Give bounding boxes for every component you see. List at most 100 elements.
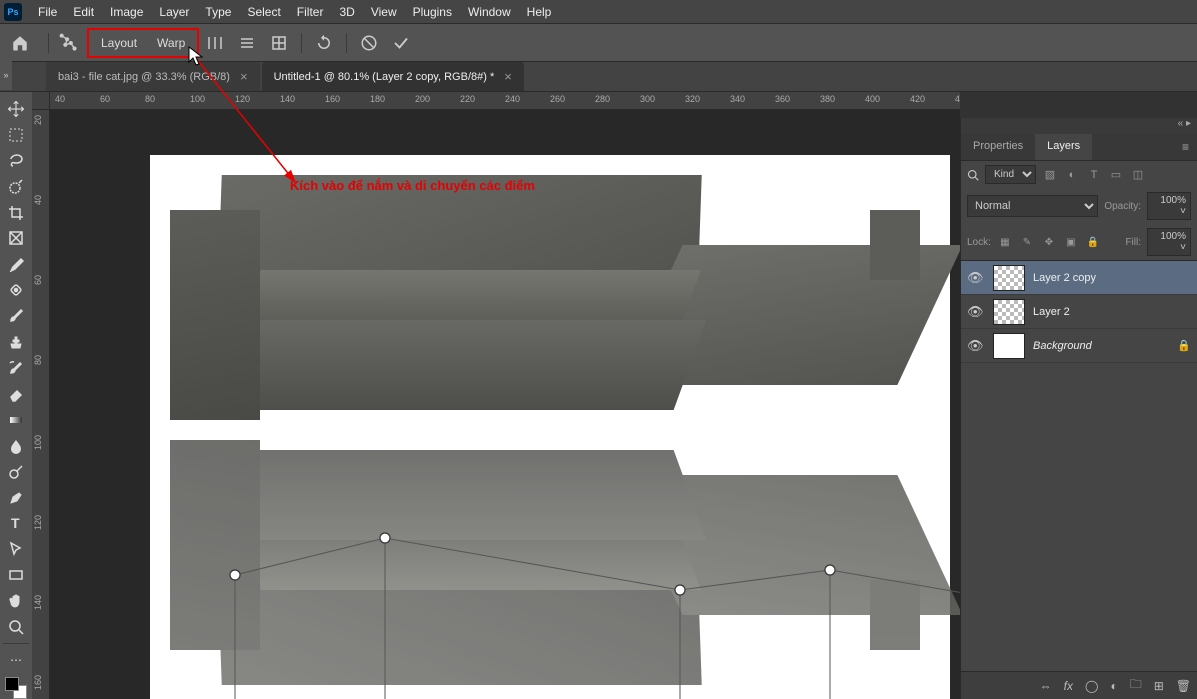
puppet-warp-tool-icon: [55, 29, 83, 57]
menu-type[interactable]: Type: [197, 5, 239, 19]
visibility-icon[interactable]: 👁: [967, 304, 985, 320]
menu-file[interactable]: File: [30, 5, 65, 19]
layer-row[interactable]: 👁 Layer 2 copy: [961, 261, 1197, 295]
layer-row[interactable]: 👁 Background 🔒: [961, 329, 1197, 363]
clone-stamp-tool[interactable]: [2, 329, 30, 355]
dodge-tool[interactable]: [2, 459, 30, 485]
filter-smart-icon[interactable]: ◫: [1130, 167, 1146, 183]
quick-selection-tool[interactable]: [2, 174, 30, 200]
expand-panels-icon[interactable]: »: [0, 60, 12, 90]
menu-image[interactable]: Image: [102, 5, 151, 19]
reset-button[interactable]: [310, 29, 338, 57]
blur-tool[interactable]: [2, 433, 30, 459]
lock-image-icon[interactable]: ✎: [1019, 234, 1035, 250]
cancel-button[interactable]: [355, 29, 383, 57]
artboard: [150, 155, 950, 699]
visibility-icon[interactable]: 👁: [967, 270, 985, 286]
filter-shape-icon[interactable]: ▭: [1108, 167, 1124, 183]
layers-tab[interactable]: Layers: [1035, 134, 1092, 160]
layer-name[interactable]: Background: [1033, 340, 1092, 352]
crop-tool[interactable]: [2, 200, 30, 226]
svg-text:T: T: [11, 515, 20, 531]
link-layers-icon[interactable]: ⇔: [1040, 679, 1052, 693]
menu-edit[interactable]: Edit: [65, 5, 102, 19]
layer-name[interactable]: Layer 2 copy: [1033, 272, 1096, 284]
tools-panel: T ⋯: [0, 92, 32, 699]
opacity-value[interactable]: 100% ˅: [1147, 192, 1191, 220]
menu-view[interactable]: View: [363, 5, 405, 19]
pen-tool[interactable]: [2, 485, 30, 511]
panel-collapse-icon[interactable]: « ▸: [961, 118, 1197, 134]
hand-tool[interactable]: [2, 588, 30, 614]
canvas-area[interactable]: [50, 110, 960, 699]
blend-mode-select[interactable]: Normal: [967, 195, 1098, 217]
marquee-tool[interactable]: [2, 122, 30, 148]
document-tab-2[interactable]: Untitled-1 @ 80.1% (Layer 2 copy, RGB/8#…: [262, 62, 524, 91]
layer-mask-icon[interactable]: ◯: [1085, 679, 1098, 693]
lock-transparency-icon[interactable]: ▦: [997, 234, 1013, 250]
warp-button[interactable]: Warp: [147, 32, 195, 54]
layer-style-icon[interactable]: fx: [1064, 679, 1073, 693]
foreground-color-swatch[interactable]: [5, 677, 19, 691]
path-selection-tool[interactable]: [2, 536, 30, 562]
filter-type-icon[interactable]: T: [1086, 167, 1102, 183]
menu-layer[interactable]: Layer: [151, 5, 197, 19]
filter-kind-select[interactable]: Kind: [985, 165, 1036, 184]
rectangle-tool[interactable]: [2, 562, 30, 588]
panel-tabs: Properties Layers ≡: [961, 134, 1197, 161]
opacity-label: Opacity:: [1104, 201, 1141, 212]
color-swatches[interactable]: [5, 677, 27, 699]
close-icon[interactable]: ×: [504, 69, 512, 84]
properties-tab[interactable]: Properties: [961, 134, 1035, 160]
spot-healing-tool[interactable]: [2, 277, 30, 303]
layer-thumbnail[interactable]: [993, 333, 1025, 359]
lock-position-icon[interactable]: ✥: [1041, 234, 1057, 250]
adjustment-layer-icon[interactable]: ◐: [1110, 679, 1117, 693]
menu-3d[interactable]: 3D: [331, 5, 362, 19]
eyedropper-tool[interactable]: [2, 251, 30, 277]
gradient-tool[interactable]: [2, 407, 30, 433]
eraser-tool[interactable]: [2, 381, 30, 407]
density-icon[interactable]: [201, 29, 229, 57]
vertical-ruler[interactable]: 20 40 60 80 100 120 140 160: [32, 110, 50, 699]
document-tab-1[interactable]: bai3 - file cat.jpg @ 33.3% (RGB/8) ×: [46, 62, 260, 91]
delete-layer-icon[interactable]: 🗑: [1176, 679, 1191, 693]
lock-all-icon[interactable]: 🔒: [1085, 234, 1101, 250]
layout-warp-highlight: Layout Warp: [87, 28, 199, 58]
layer-thumbnail[interactable]: [993, 299, 1025, 325]
history-brush-tool[interactable]: [2, 355, 30, 381]
move-tool[interactable]: [2, 96, 30, 122]
lock-label: Lock:: [967, 237, 991, 248]
frame-tool[interactable]: [2, 226, 30, 252]
group-icon[interactable]: 🗀: [1130, 675, 1142, 696]
visibility-icon[interactable]: 👁: [967, 338, 985, 354]
zoom-tool[interactable]: [2, 614, 30, 640]
menu-plugins[interactable]: Plugins: [405, 5, 460, 19]
close-icon[interactable]: ×: [240, 69, 248, 84]
lasso-tool[interactable]: [2, 148, 30, 174]
horizontal-ruler[interactable]: 40 60 80 100 120 140 160 180 200 220 240…: [50, 92, 960, 110]
type-tool[interactable]: T: [2, 511, 30, 537]
edit-toolbar-button[interactable]: ⋯: [2, 647, 30, 673]
show-mesh-icon[interactable]: [265, 29, 293, 57]
fill-value[interactable]: 100% ˅: [1147, 228, 1191, 256]
home-button[interactable]: [6, 29, 34, 57]
layer-thumbnail[interactable]: [993, 265, 1025, 291]
menu-help[interactable]: Help: [519, 5, 560, 19]
search-icon[interactable]: [967, 169, 979, 181]
expansion-icon[interactable]: [233, 29, 261, 57]
commit-button[interactable]: [387, 29, 415, 57]
brush-tool[interactable]: [2, 303, 30, 329]
ruler-origin[interactable]: [32, 92, 50, 110]
layout-button[interactable]: Layout: [91, 32, 147, 54]
menu-select[interactable]: Select: [239, 5, 288, 19]
menu-window[interactable]: Window: [460, 5, 519, 19]
layer-name[interactable]: Layer 2: [1033, 306, 1070, 318]
lock-artboard-icon[interactable]: ▣: [1063, 234, 1079, 250]
filter-adjustment-icon[interactable]: ◐: [1064, 167, 1080, 183]
new-layer-icon[interactable]: ⊞: [1154, 679, 1164, 693]
filter-pixel-icon[interactable]: ▧: [1042, 167, 1058, 183]
panel-menu-icon[interactable]: ≡: [1174, 134, 1197, 160]
layer-row[interactable]: 👁 Layer 2: [961, 295, 1197, 329]
menu-filter[interactable]: Filter: [289, 5, 332, 19]
